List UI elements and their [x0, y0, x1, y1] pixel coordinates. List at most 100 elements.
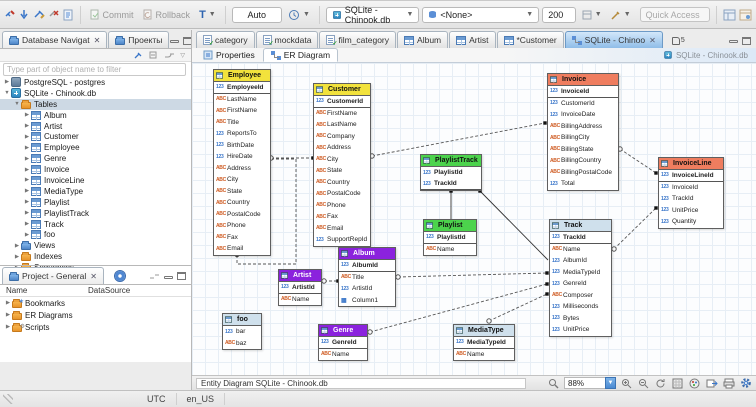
- entity-field-fax[interactable]: ABC Fax: [214, 232, 270, 244]
- print-icon[interactable]: [722, 377, 735, 390]
- entity-header[interactable]: Artist: [279, 270, 321, 282]
- er-diagram-canvas[interactable]: Employee 123 EmployeeId ABC LastName ABC First…: [192, 63, 756, 375]
- collapsed-arrow-icon[interactable]: ▶: [4, 324, 12, 330]
- collapsed-arrow-icon[interactable]: ▶: [23, 134, 31, 140]
- rollback-button[interactable]: Rollback: [140, 8, 194, 21]
- entity-field-name[interactable]: ABC Name: [279, 294, 321, 306]
- entity-field-invoiceid[interactable]: 123 InvoiceId: [659, 182, 723, 194]
- entity-header[interactable]: InvoiceLine: [659, 158, 723, 170]
- entity-field-trackid[interactable]: 123 TrackId: [659, 193, 723, 205]
- entity-field-firstname[interactable]: ABC FirstName: [314, 108, 370, 120]
- tab-database-navigator[interactable]: Database Navigat ✕: [2, 31, 108, 48]
- column-datasource[interactable]: DataSource: [82, 286, 130, 295]
- tree-item-track[interactable]: ▶ Track: [0, 219, 191, 230]
- collapsed-arrow-icon[interactable]: ▶: [23, 221, 31, 227]
- entity-field-invoiceid[interactable]: 123 InvoiceId: [548, 86, 618, 98]
- entity-customer[interactable]: Customer 123 CustomerId ABC FirstName ABC Last…: [313, 83, 371, 247]
- close-icon[interactable]: ✕: [649, 36, 656, 45]
- close-icon[interactable]: ✕: [94, 36, 101, 45]
- entity-foo[interactable]: foo 123 bar ABC baz: [222, 313, 262, 350]
- zoom-out-icon[interactable]: [637, 377, 650, 390]
- entity-header[interactable]: Invoice: [548, 74, 618, 86]
- relationship-line[interactable]: [613, 207, 657, 250]
- entity-field-mediatypeid[interactable]: 123 MediaTypeId: [454, 337, 514, 349]
- tree-item-employee[interactable]: ▶ Employee: [0, 142, 191, 153]
- entity-field-lastname[interactable]: ABC LastName: [214, 94, 270, 106]
- entity-field-bar[interactable]: 123 bar: [223, 326, 261, 338]
- connect-plug-icon[interactable]: [134, 51, 144, 60]
- project-item-bookmarks[interactable]: ▶ Bookmarks: [0, 297, 191, 309]
- entity-field-email[interactable]: ABC Email: [314, 223, 370, 235]
- entity-field-state[interactable]: ABC State: [314, 165, 370, 177]
- entity-employee[interactable]: Employee 123 EmployeeId ABC LastName ABC First…: [213, 69, 271, 256]
- zoom-level-combo[interactable]: 88% ▼: [564, 377, 616, 389]
- transaction-mode-button[interactable]: T ▼: [196, 8, 219, 22]
- entity-field-country[interactable]: ABC Country: [314, 177, 370, 189]
- entity-field-artistid[interactable]: 123 ArtistId: [339, 283, 395, 295]
- layout-toggle-button[interactable]: ▼: [579, 9, 605, 21]
- entity-mediatype[interactable]: MediaType 123 MediaTypeId ABC Name: [453, 324, 515, 361]
- connect-arrow-icon[interactable]: [19, 8, 30, 22]
- entity-field-phone[interactable]: ABC Phone: [214, 220, 270, 232]
- collapse-all-icon[interactable]: [149, 51, 159, 60]
- collapsed-arrow-icon[interactable]: ▶: [23, 210, 31, 216]
- commit-button[interactable]: Commit: [87, 8, 137, 21]
- entity-field-supportrepid[interactable]: 123 SupportRepId: [314, 234, 370, 246]
- search-icon[interactable]: [547, 377, 560, 390]
- connection-selector[interactable]: SQLite - Chinook.db ▼: [325, 5, 420, 25]
- entity-field-state[interactable]: ABC State: [214, 186, 270, 198]
- grid-toggle-icon[interactable]: [671, 377, 684, 390]
- tree-item-views[interactable]: ▶ Views: [0, 240, 191, 251]
- entity-field-playlistid[interactable]: 123 PlaylistId: [421, 167, 481, 179]
- entity-field-name[interactable]: ABC Name: [550, 244, 611, 256]
- entity-playlist[interactable]: Playlist 123 PlaylistId ABC Name: [423, 219, 477, 256]
- editor-tab-film_category[interactable]: film_category: [319, 31, 397, 48]
- tree-item-customer[interactable]: ▶ Customer: [0, 131, 191, 142]
- relationship-line[interactable]: [479, 190, 549, 261]
- tree-item-tables[interactable]: ▼ Tables: [0, 98, 191, 110]
- tree-item-genre[interactable]: ▶ Genre: [0, 153, 191, 164]
- entity-field-billingcountry[interactable]: ABC BillingCountry: [548, 155, 618, 167]
- tree-item-sqlite---chinook.db[interactable]: ▼ SQLite - Chinook.db: [0, 88, 191, 99]
- disconnect-icon[interactable]: [48, 8, 60, 22]
- refresh-diagram-icon[interactable]: [654, 377, 667, 390]
- entity-invoiceline[interactable]: InvoiceLine 123 InvoiceLineId 123 InvoiceId 1…: [658, 157, 724, 229]
- collapsed-arrow-icon[interactable]: ▶: [23, 188, 31, 194]
- relationship-line[interactable]: [397, 272, 548, 278]
- collapsed-arrow-icon[interactable]: ▶: [23, 199, 31, 205]
- tab-project-general[interactable]: Project - General ✕: [2, 267, 104, 284]
- palette-icon[interactable]: [688, 377, 701, 390]
- collapsed-arrow-icon[interactable]: ▶: [13, 243, 21, 249]
- expanded-arrow-icon[interactable]: ▼: [3, 90, 11, 96]
- entity-field-mediatypeid[interactable]: 123 MediaTypeId: [550, 267, 611, 279]
- entity-field-lastname[interactable]: ABC LastName: [314, 119, 370, 131]
- quick-access-input[interactable]: Quick Access: [639, 7, 711, 22]
- tab-projects[interactable]: Проекты: [108, 31, 170, 48]
- minimize-icon[interactable]: [729, 40, 738, 43]
- entity-field-trackid[interactable]: 123 TrackId: [421, 179, 481, 190]
- collapsed-arrow-icon[interactable]: ▶: [23, 177, 31, 183]
- collapsed-arrow-icon[interactable]: ▶: [4, 300, 12, 306]
- relationship-line[interactable]: [619, 148, 657, 174]
- entity-field-fax[interactable]: ABC Fax: [314, 211, 370, 223]
- collapsed-arrow-icon[interactable]: ▶: [13, 254, 21, 260]
- entity-field-postalcode[interactable]: ABC PostalCode: [314, 188, 370, 200]
- entity-field-bytes[interactable]: 123 Bytes: [550, 313, 611, 325]
- entity-album[interactable]: Album 123 AlbumId ABC Title 123 ArtistId ▦ Colum…: [338, 247, 396, 307]
- entity-field-reportsto[interactable]: 123 ReportsTo: [214, 128, 270, 140]
- gear-icon[interactable]: [114, 271, 125, 281]
- entity-field-hiredate[interactable]: 123 HireDate: [214, 151, 270, 163]
- zoom-in-icon[interactable]: [620, 377, 633, 390]
- entity-field-phone[interactable]: ABC Phone: [314, 200, 370, 212]
- entity-field-name[interactable]: ABC Name: [319, 349, 367, 361]
- tree-item-invoiceline[interactable]: ▶ InvoiceLine: [0, 175, 191, 186]
- collapsed-arrow-icon[interactable]: ▶: [23, 145, 31, 151]
- project-item-er-diagrams[interactable]: ▶ ER Diagrams: [0, 309, 191, 321]
- editor-tab-mockdata[interactable]: mockdata: [255, 31, 319, 48]
- entity-field-genreid[interactable]: 123 GenreId: [550, 278, 611, 290]
- entity-field-postalcode[interactable]: ABC PostalCode: [214, 209, 270, 221]
- entity-field-invoicelineid[interactable]: 123 InvoiceLineId: [659, 170, 723, 182]
- tree-item-playlisttrack[interactable]: ▶ PlaylistTrack: [0, 208, 191, 219]
- entity-genre[interactable]: Genre 123 GenreId ABC Name: [318, 324, 368, 361]
- entity-header[interactable]: PlaylistTrack: [421, 155, 481, 167]
